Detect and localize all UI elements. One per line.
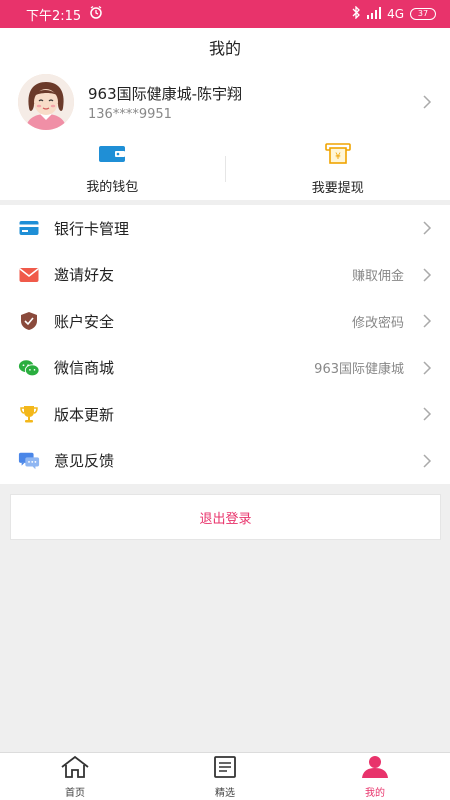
shield-icon: [18, 310, 40, 332]
logout-button[interactable]: 退出登录: [10, 494, 441, 540]
network-type: 4G: [387, 7, 404, 21]
bluetooth-icon: [352, 5, 361, 22]
withdraw-label: 我要提现: [311, 180, 364, 196]
alarm-icon: [89, 5, 103, 23]
menu-hint: 赚取佣金: [351, 269, 404, 285]
withdraw-button[interactable]: ¥ 我要提现: [226, 138, 450, 200]
menu-label: 微信商城: [54, 359, 115, 378]
avatar: [18, 74, 74, 130]
tab-label: 精选: [215, 787, 235, 799]
battery-icon: 37: [410, 8, 436, 20]
user-icon: [360, 755, 390, 782]
chevron-right-icon: [423, 361, 432, 375]
menu-item-wechat-mall[interactable]: 微信商城 963国际健康城: [0, 345, 450, 392]
menu-item-feedback[interactable]: 意见反馈: [0, 438, 450, 485]
home-icon: [60, 755, 90, 782]
menu-label: 意见反馈: [54, 452, 115, 471]
wallet-icon: [98, 144, 126, 168]
document-icon: [213, 755, 237, 782]
tab-home[interactable]: 首页: [0, 753, 150, 800]
chevron-right-icon: [423, 454, 432, 468]
chevron-right-icon: [423, 268, 432, 282]
tab-label: 首页: [65, 787, 85, 799]
menu-label: 银行卡管理: [54, 219, 130, 238]
menu-label: 邀请好友: [54, 266, 115, 285]
chevron-right-icon: [423, 314, 432, 328]
menu-label: 版本更新: [54, 405, 115, 424]
atm-icon: ¥: [324, 142, 351, 169]
menu-hint: 963国际健康城: [314, 362, 404, 378]
logout-label: 退出登录: [199, 511, 252, 527]
page-header: 我的: [0, 28, 450, 66]
chevron-right-icon: [423, 407, 432, 421]
profile-name: 963国际健康城-陈宇翔: [88, 84, 243, 103]
my-wallet-button[interactable]: 我的钱包: [0, 138, 225, 200]
chevron-right-icon: [423, 221, 432, 235]
status-bar: 下午2:15 4G 37: [0, 0, 450, 28]
menu-item-bank-card[interactable]: 银行卡管理: [0, 205, 450, 252]
menu-item-invite[interactable]: 邀请好友 赚取佣金: [0, 252, 450, 299]
menu-hint: 修改密码: [351, 315, 404, 331]
quick-actions: 我的钱包 ¥ 我要提现: [0, 138, 450, 200]
bottom-tab-bar: 首页 精选 我的: [0, 752, 450, 800]
bank-card-icon: [18, 217, 40, 239]
battery-level: 37: [417, 9, 429, 18]
tab-featured[interactable]: 精选: [150, 753, 300, 800]
menu-item-version-update[interactable]: 版本更新: [0, 391, 450, 438]
page-title: 我的: [208, 39, 241, 58]
signal-icon: [367, 6, 382, 22]
tab-mine[interactable]: 我的: [300, 753, 450, 800]
chat-bubble-icon: [18, 450, 40, 472]
wechat-icon: [18, 357, 40, 379]
settings-menu: 银行卡管理 邀请好友 赚取佣金 账户安全 修改密码 微信商城 963国际健康城 …: [0, 205, 450, 484]
profile-card[interactable]: 963国际健康城-陈宇翔 136****9951: [0, 66, 450, 138]
profile-phone: 136****9951: [88, 106, 172, 122]
menu-label: 账户安全: [54, 312, 115, 331]
svg-text:¥: ¥: [335, 152, 341, 162]
chevron-right-icon: [423, 95, 432, 109]
trophy-icon: [18, 403, 40, 425]
envelope-icon: [18, 264, 40, 286]
menu-item-security[interactable]: 账户安全 修改密码: [0, 298, 450, 345]
status-time: 下午2:15: [26, 8, 82, 24]
my-wallet-label: 我的钱包: [86, 179, 139, 195]
tab-label: 我的: [365, 787, 385, 799]
